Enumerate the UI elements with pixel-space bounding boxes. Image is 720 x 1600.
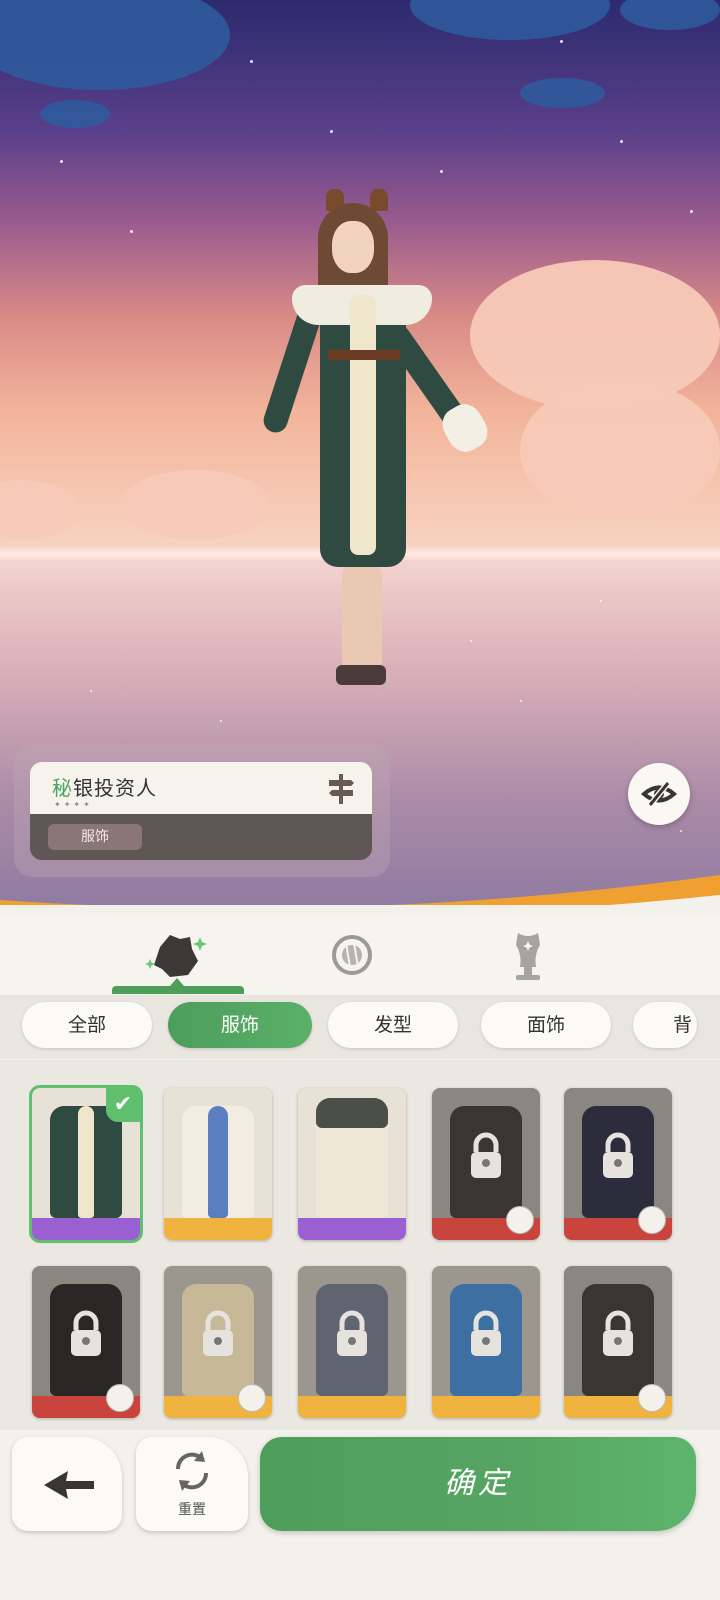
star [690, 210, 693, 213]
lock-icon [603, 1132, 633, 1178]
lock-icon [471, 1310, 501, 1356]
lock-icon [337, 1310, 367, 1356]
character-jabot [350, 295, 376, 555]
mannequin-icon [516, 933, 540, 980]
sky-cloud [0, 480, 80, 540]
hourglass-icon [638, 1206, 666, 1234]
rarity-bar [432, 1396, 540, 1418]
back-button[interactable] [12, 1437, 122, 1531]
tab-accessory[interactable] [310, 925, 410, 985]
item-card[interactable] [432, 1088, 540, 1240]
selected-check-icon: ✔ [106, 1088, 140, 1122]
confirm-label: 确定 [444, 1466, 512, 1501]
outfit-name-first-char: 秘 [52, 776, 73, 800]
sky-cloud [120, 470, 270, 540]
garment-detail [208, 1106, 228, 1218]
sparkle [520, 700, 522, 702]
character-ear [370, 189, 388, 211]
outfit-stars: ✦✦✦✦ [54, 800, 93, 809]
rarity-bar [298, 1396, 406, 1418]
tab-clothing[interactable] [140, 925, 240, 985]
item-card[interactable] [298, 1266, 406, 1418]
rarity-bar [164, 1218, 272, 1240]
filter-chip-hairstyle[interactable]: 发型 [328, 1002, 458, 1048]
garment-detail [316, 1098, 388, 1128]
star [560, 40, 563, 43]
outfit-name-rest: 银投资人 [73, 776, 157, 800]
star [130, 230, 133, 233]
item-card[interactable] [432, 1266, 540, 1418]
reset-button[interactable]: 重置 [136, 1437, 248, 1531]
star [60, 160, 63, 163]
sparkle [600, 600, 602, 602]
tab-active-indicator [112, 986, 244, 994]
sky-cloud [520, 78, 605, 108]
sky-cloud [0, 0, 230, 90]
star [440, 170, 443, 173]
sky-cloud [620, 0, 720, 30]
lock-icon [471, 1132, 501, 1178]
star [250, 60, 253, 63]
item-card[interactable]: ✔ [29, 1085, 143, 1243]
item-card[interactable] [564, 1266, 672, 1418]
hourglass-icon [506, 1206, 534, 1234]
lock-icon [203, 1310, 233, 1356]
item-card[interactable] [164, 1088, 272, 1240]
star [620, 140, 623, 143]
sparkle [220, 720, 222, 722]
ring-emblem-icon [332, 935, 372, 975]
outfit-category-tag: 服饰 [48, 824, 142, 850]
character-face [332, 221, 374, 273]
star [330, 130, 333, 133]
outfit-stars-icon [145, 935, 207, 977]
sparkle [680, 830, 682, 832]
character-shoes [336, 665, 386, 685]
outfit-name: 秘银投资人 [52, 772, 157, 801]
filter-chip-all[interactable]: 全部 [22, 1002, 152, 1048]
paw-icon [238, 1384, 266, 1412]
rarity-bar [298, 1218, 406, 1240]
filter-chip-face[interactable]: 面饰 [481, 1002, 611, 1048]
paw-icon [638, 1384, 666, 1412]
sky-cloud [410, 0, 610, 40]
lock-icon [603, 1310, 633, 1356]
filter-chip-back[interactable]: 背 [633, 1002, 697, 1048]
character-model[interactable] [260, 185, 500, 725]
filter-chip-clothing[interactable]: 服饰 [168, 1002, 312, 1048]
refresh-icon [175, 1451, 209, 1491]
sparkle [90, 690, 92, 692]
sky-cloud [40, 100, 110, 128]
confirm-button[interactable]: 确定 [260, 1437, 696, 1531]
item-card[interactable] [164, 1266, 272, 1418]
character-belt [328, 350, 400, 360]
item-card[interactable] [298, 1088, 406, 1240]
lock-icon [71, 1310, 101, 1356]
sky-cloud [520, 380, 720, 520]
tab-active-caret [170, 978, 184, 986]
item-card[interactable] [32, 1266, 140, 1418]
hourglass-icon [106, 1384, 134, 1412]
eye-slash-icon [640, 781, 678, 807]
hide-ui-toggle-button[interactable] [628, 763, 690, 825]
tab-mannequin[interactable] [478, 925, 578, 985]
item-card[interactable] [564, 1088, 672, 1240]
signpost-icon[interactable] [326, 772, 356, 806]
rarity-bar [32, 1218, 140, 1240]
reset-label: 重置 [178, 1502, 206, 1518]
garment-detail [78, 1106, 94, 1218]
back-arrow-icon [44, 1471, 94, 1499]
